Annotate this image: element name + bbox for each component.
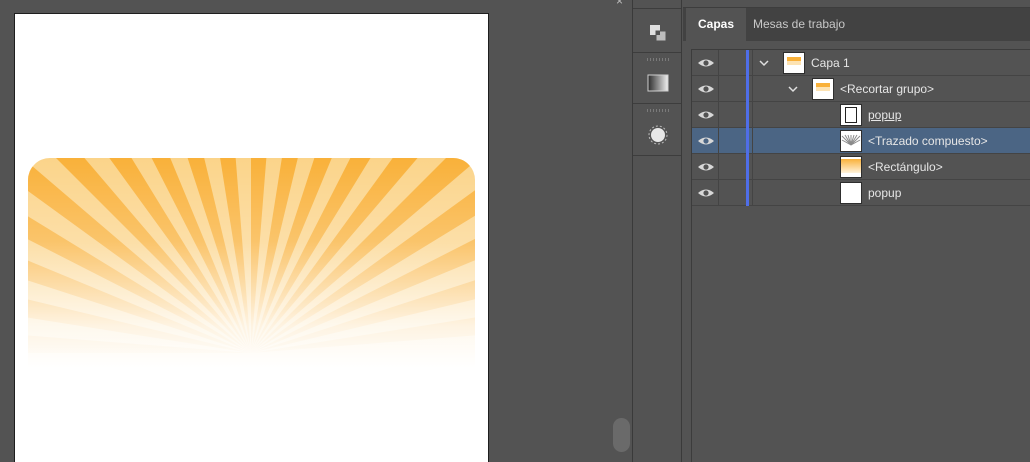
tab-layers[interactable]: Capas bbox=[686, 8, 747, 41]
layer-row-popup[interactable]: popup bbox=[692, 180, 1030, 206]
strip-divider bbox=[633, 103, 681, 104]
layer-color-bar bbox=[746, 76, 749, 102]
eye-icon[interactable] bbox=[697, 186, 715, 200]
layer-thumbnail bbox=[840, 130, 862, 152]
layer-label[interactable]: <Trazado compuesto> bbox=[868, 128, 988, 154]
eye-icon[interactable] bbox=[697, 134, 715, 148]
chevron-down-icon[interactable] bbox=[788, 84, 798, 94]
panel-header-bar bbox=[683, 0, 1030, 8]
layer-color-bar bbox=[746, 50, 749, 76]
strip-divider bbox=[633, 155, 681, 156]
layer-label[interactable]: popup bbox=[868, 102, 901, 128]
layer-color-bar bbox=[746, 154, 749, 180]
lock-toggle[interactable] bbox=[719, 50, 746, 76]
eye-icon[interactable] bbox=[697, 56, 715, 70]
appearance-icon[interactable] bbox=[645, 122, 671, 148]
layer-label[interactable]: <Recortar grupo> bbox=[840, 76, 934, 102]
document-canvas[interactable] bbox=[0, 0, 612, 462]
layers-panel: Capas Mesas de trabajo Capa 1 <Recortar … bbox=[683, 0, 1030, 462]
layer-label[interactable]: <Rectángulo> bbox=[868, 154, 943, 180]
layer-thumbnail bbox=[812, 78, 834, 100]
strip-divider bbox=[633, 8, 681, 9]
chevron-down-icon[interactable] bbox=[759, 58, 769, 68]
lock-toggle[interactable] bbox=[719, 128, 746, 154]
layer-list: Capa 1 <Recortar grupo> popup <Trazado c… bbox=[691, 49, 1030, 462]
grip-handle[interactable] bbox=[647, 58, 669, 61]
lock-toggle[interactable] bbox=[719, 154, 746, 180]
layer-color-bar bbox=[746, 102, 749, 128]
layer-color-bar bbox=[746, 180, 749, 206]
layer-row-capa-1[interactable]: Capa 1 bbox=[692, 50, 1030, 76]
column-separator bbox=[752, 180, 753, 206]
grip-handle[interactable] bbox=[647, 109, 669, 112]
layer-row-recortar-grupo[interactable]: <Recortar grupo> bbox=[692, 76, 1030, 102]
white-gradient-overlay bbox=[28, 158, 475, 368]
layer-color-bar bbox=[746, 128, 749, 154]
column-separator bbox=[752, 128, 753, 154]
layer-row-trazado-compuesto[interactable]: <Trazado compuesto> bbox=[692, 128, 1030, 154]
layer-thumbnail bbox=[840, 182, 862, 204]
layer-row-popup-clip[interactable]: popup bbox=[692, 102, 1030, 128]
eye-icon[interactable] bbox=[697, 160, 715, 174]
panel-icon-strip bbox=[632, 0, 682, 462]
strip-divider bbox=[633, 52, 681, 53]
layer-thumbnail bbox=[840, 104, 862, 126]
column-separator bbox=[752, 50, 753, 76]
column-separator bbox=[752, 102, 753, 128]
panel-tab-bar: Capas Mesas de trabajo bbox=[683, 8, 1030, 41]
vertical-scrollbar[interactable] bbox=[612, 0, 632, 462]
eye-icon[interactable] bbox=[697, 108, 715, 122]
sunburst-artwork[interactable] bbox=[28, 158, 475, 368]
pathfinder-icon[interactable] bbox=[645, 20, 671, 46]
lock-toggle[interactable] bbox=[719, 180, 746, 206]
artboard[interactable] bbox=[14, 13, 489, 462]
layer-row-rectangulo[interactable]: <Rectángulo> bbox=[692, 154, 1030, 180]
layer-thumbnail bbox=[840, 156, 862, 178]
tab-artboards[interactable]: Mesas de trabajo bbox=[741, 8, 857, 41]
scrollbar-thumb[interactable] bbox=[613, 418, 630, 452]
close-icon[interactable]: × bbox=[616, 0, 623, 8]
lock-toggle[interactable] bbox=[719, 76, 746, 102]
eye-icon[interactable] bbox=[697, 82, 715, 96]
column-separator bbox=[752, 76, 753, 102]
layer-label[interactable]: Capa 1 bbox=[811, 50, 850, 76]
lock-toggle[interactable] bbox=[719, 102, 746, 128]
layer-thumbnail bbox=[783, 52, 805, 74]
gradient-icon[interactable] bbox=[645, 70, 671, 96]
layer-label[interactable]: popup bbox=[868, 180, 901, 206]
column-separator bbox=[752, 154, 753, 180]
